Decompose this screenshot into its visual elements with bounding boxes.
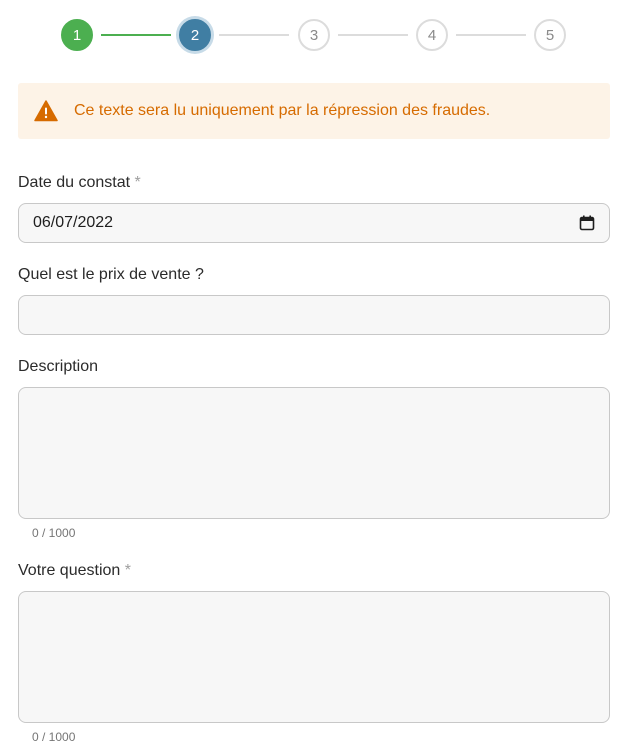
step-2-label: 2 (190, 26, 200, 44)
required-mark: * (124, 562, 131, 579)
step-connector-3-4 (338, 34, 408, 36)
question-textarea[interactable] (18, 591, 610, 723)
price-input[interactable] (18, 295, 610, 335)
description-textarea[interactable] (18, 387, 610, 519)
step-1: 1 (61, 19, 93, 51)
step-connector-1-2 (101, 34, 171, 36)
step-4-label: 4 (427, 26, 437, 44)
alert-message: Ce texte sera lu uniquement par la répre… (74, 102, 491, 119)
step-2: 2 (179, 19, 211, 51)
date-field[interactable]: 06/07/2022 (18, 203, 610, 243)
question-label-text: Votre question (18, 562, 121, 579)
date-value: 06/07/2022 (33, 214, 114, 231)
date-label: Date du constat * (18, 174, 141, 192)
calendar-icon[interactable] (579, 215, 595, 231)
date-label-text: Date du constat (18, 174, 131, 191)
question-label: Votre question * (18, 562, 131, 580)
step-1-label: 1 (72, 26, 82, 44)
progress-stepper: 1 2 3 4 5 (0, 0, 633, 70)
question-char-counter: 0 / 1000 (32, 730, 76, 744)
step-5-label: 5 (545, 26, 555, 44)
fraud-notice-alert: Ce texte sera lu uniquement par la répre… (18, 83, 610, 139)
step-5: 5 (534, 19, 566, 51)
price-label: Quel est le prix de vente ? (18, 266, 204, 283)
step-4: 4 (416, 19, 448, 51)
required-mark: * (134, 174, 141, 191)
description-char-counter: 0 / 1000 (32, 526, 76, 540)
description-label: Description (18, 358, 99, 375)
step-3-label: 3 (309, 26, 319, 44)
step-3: 3 (298, 19, 330, 51)
step-connector-2-3 (219, 34, 289, 36)
warning-icon (34, 100, 58, 122)
step-connector-4-5 (456, 34, 526, 36)
